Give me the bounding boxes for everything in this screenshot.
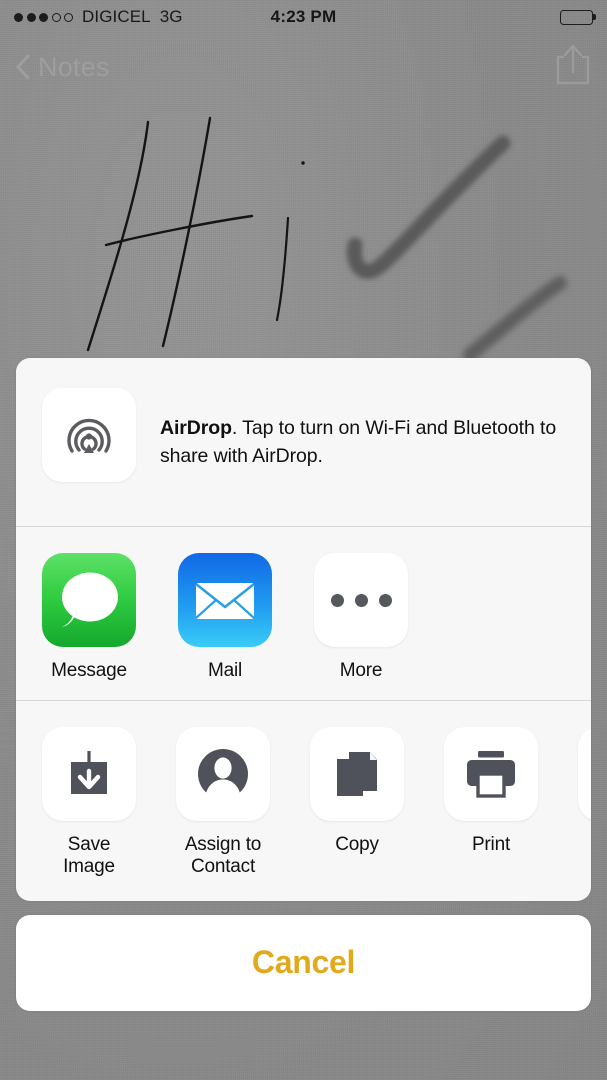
airdrop-title: AirDrop (160, 417, 232, 439)
airdrop-row[interactable]: AirDrop. Tap to turn on Wi-Fi and Blueto… (16, 358, 591, 526)
message-app-icon (42, 553, 136, 647)
airdrop-tile[interactable] (42, 388, 136, 482)
status-bar-left: DIGICEL 3G (14, 7, 183, 27)
action-label: Assign to Contact (184, 834, 262, 878)
action-copy[interactable]: Copy (310, 727, 404, 879)
print-tile (444, 727, 538, 821)
share-target-label: Message (51, 660, 127, 681)
assign-contact-tile (176, 727, 270, 821)
action-save-image[interactable]: Save Image (42, 727, 136, 879)
share-icon (556, 44, 590, 84)
share-target-message[interactable]: Message (42, 553, 136, 682)
more-dots-icon (330, 593, 392, 607)
share-target-label: Mail (207, 660, 243, 681)
save-image-icon (71, 751, 107, 794)
share-action-row: Save Image Assign to Contact Copy Print (16, 701, 591, 901)
action-print[interactable]: Print (444, 727, 538, 879)
share-button[interactable] (553, 42, 593, 93)
action-label: Copy (335, 834, 379, 855)
copy-documents-icon (337, 752, 377, 796)
signal-strength-icon (14, 12, 73, 22)
status-bar: DIGICEL 3G 4:23 PM (0, 0, 607, 34)
copy-tile (310, 727, 404, 821)
action-label: Print (471, 834, 511, 855)
printer-icon (467, 751, 515, 798)
save-image-tile (42, 727, 136, 821)
airdrop-message: AirDrop. Tap to turn on Wi-Fi and Blueto… (160, 388, 565, 470)
share-target-label: More (339, 660, 383, 681)
action-label: Save Image (63, 834, 115, 878)
message-bubble-icon (62, 572, 118, 627)
action-assign-to-contact[interactable]: Assign to Contact (176, 727, 270, 879)
carrier-label: DIGICEL (82, 7, 151, 26)
share-sheet-panel: AirDrop. Tap to turn on Wi-Fi and Blueto… (16, 358, 591, 901)
cancel-button[interactable]: Cancel (16, 914, 591, 1011)
share-target-mail[interactable]: Mail (178, 553, 272, 682)
airdrop-icon (67, 418, 111, 453)
share-sheet: AirDrop. Tap to turn on Wi-Fi and Blueto… (16, 358, 591, 1011)
navigation-bar: Notes (0, 34, 607, 100)
share-app-row: Message Mail More (16, 527, 591, 700)
network-type-label: 3G (159, 7, 183, 26)
status-bar-right (560, 9, 596, 25)
back-button[interactable]: Notes (14, 52, 110, 83)
cancel-button-label: Cancel (251, 944, 356, 981)
chevron-left-icon (16, 54, 30, 80)
contact-person-icon (198, 749, 248, 800)
battery-icon (560, 9, 596, 25)
back-button-label: Notes (38, 51, 110, 82)
share-target-more[interactable]: More (314, 553, 408, 682)
mail-app-icon (178, 553, 272, 647)
more-app-icon (314, 553, 408, 647)
mail-envelope-icon (195, 582, 255, 619)
action-overflow-partial[interactable] (578, 727, 591, 821)
